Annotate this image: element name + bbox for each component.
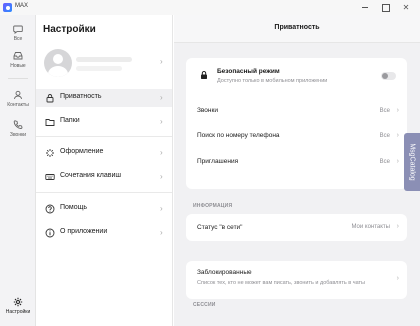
menu-label-folders: Папки xyxy=(60,117,80,124)
inbox-icon xyxy=(13,52,23,60)
rail-label-settings: Настройки xyxy=(5,309,31,315)
rail-item-contacts[interactable]: Контакты xyxy=(0,90,36,108)
minimize-button[interactable] xyxy=(359,2,371,13)
menu-divider xyxy=(36,136,172,137)
avatar xyxy=(44,49,72,77)
gear-icon xyxy=(13,297,23,307)
blocked-label: Заблокированные xyxy=(197,269,252,276)
rail-item-calls[interactable]: Звонки xyxy=(0,120,36,138)
menu-item-privacy[interactable]: Приватность › xyxy=(36,89,172,107)
calls-label: Звонки xyxy=(197,107,218,114)
rail-label-calls: Звонки xyxy=(9,132,27,138)
rail-label-all: Все xyxy=(13,36,23,42)
chevron-right-icon: › xyxy=(160,57,163,66)
phone-icon xyxy=(13,120,23,129)
chevron-right-icon: › xyxy=(396,107,399,114)
invitations-label: Приглашения xyxy=(197,158,239,165)
rail-label-contacts: Контакты xyxy=(7,102,29,108)
blocked-card[interactable]: Заблокированные Список тех, кто не может… xyxy=(186,261,407,299)
safe-mode-row[interactable]: Безопасный режим Доступно только в мобил… xyxy=(186,58,407,94)
safe-mode-label: Безопасный режим xyxy=(217,68,280,75)
safe-mode-subtitle: Доступно только в мобильном приложении xyxy=(217,78,328,84)
lock-icon xyxy=(201,71,207,79)
online-status-label: Статус "в сети" xyxy=(197,224,243,231)
rail-item-new[interactable]: Новые xyxy=(0,51,36,69)
menu-item-help[interactable]: Помощь › xyxy=(36,200,172,218)
rail-label-new: Новые xyxy=(10,63,26,69)
profile-name-placeholder xyxy=(76,57,132,62)
phone-search-row[interactable]: Поиск по номеру телефона Все › xyxy=(186,124,407,149)
invitations-value: Все xyxy=(379,159,390,165)
title-bar: MAX ✕ xyxy=(0,0,420,15)
chevron-right-icon: › xyxy=(160,93,163,102)
close-button[interactable]: ✕ xyxy=(400,2,412,13)
app-logo-icon xyxy=(3,3,12,12)
maximize-button[interactable] xyxy=(379,2,391,13)
chevron-right-icon: › xyxy=(160,204,163,213)
contacts-icon xyxy=(14,90,22,100)
online-status-value: Мои контакты xyxy=(351,224,390,230)
settings-title: Настройки xyxy=(43,24,96,35)
section-header-info: ИНФОРМАЦИЯ xyxy=(193,203,233,209)
settings-panel: Настройки › Приватность › Папки › Оформл… xyxy=(36,15,173,326)
chevron-right-icon: › xyxy=(396,132,399,139)
blocked-subtitle: Список тех, кто не может вам писать, зво… xyxy=(197,280,365,286)
chevron-right-icon: › xyxy=(396,158,399,165)
section-header-sessions: СЕССИИ xyxy=(193,302,216,308)
menu-label-help: Помощь xyxy=(60,204,88,211)
menu-item-appearance[interactable]: Оформление › xyxy=(36,144,172,162)
chevron-right-icon: › xyxy=(160,172,163,181)
menu-item-shortcuts[interactable]: Сочетания клавиш › xyxy=(36,168,172,186)
rail-item-all[interactable]: Все xyxy=(0,24,36,42)
chevron-right-icon: › xyxy=(396,223,399,230)
keyboard-icon xyxy=(45,174,55,180)
privacy-content: Приватность Безопасный режим Доступно то… xyxy=(174,15,420,326)
menu-divider xyxy=(36,192,172,193)
content-header: Приватность xyxy=(174,15,420,43)
chevron-right-icon: › xyxy=(160,148,163,157)
menu-label-about: О приложении xyxy=(60,228,108,235)
phone-search-value: Все xyxy=(379,133,390,139)
palette-icon xyxy=(46,149,54,157)
safe-mode-toggle[interactable] xyxy=(381,72,396,80)
menu-label-appearance: Оформление xyxy=(60,148,104,155)
calls-row[interactable]: Звонки Все › xyxy=(186,99,407,124)
folder-icon xyxy=(45,119,55,126)
side-tab-label: MsgCatalog xyxy=(408,143,416,181)
phone-search-label: Поиск по номеру телефона xyxy=(197,132,280,139)
invitations-row[interactable]: Приглашения Все › xyxy=(186,150,407,175)
page-title: Приватность xyxy=(274,24,320,31)
help-icon xyxy=(45,204,55,214)
chat-icon xyxy=(13,25,23,34)
calls-value: Все xyxy=(379,108,390,114)
msgcatalog-side-tab[interactable]: MsgCatalog xyxy=(404,133,420,191)
nav-rail: Все Новые Контакты Звонки Настройки xyxy=(0,15,36,326)
chevron-right-icon: › xyxy=(396,275,399,282)
menu-item-folders[interactable]: Папки › xyxy=(36,113,172,131)
menu-label-shortcuts: Сочетания клавиш xyxy=(60,172,121,179)
window-title: MAX xyxy=(15,3,29,9)
rail-divider xyxy=(8,78,28,79)
online-status-card[interactable]: Статус "в сети" Мои контакты › xyxy=(186,214,407,241)
menu-item-about[interactable]: О приложении › xyxy=(36,224,172,242)
lock-icon xyxy=(46,94,54,103)
menu-label-privacy: Приватность xyxy=(60,93,102,100)
profile-detail-placeholder xyxy=(76,66,122,71)
chevron-right-icon: › xyxy=(160,228,163,237)
rail-item-settings[interactable]: Настройки xyxy=(0,297,36,315)
info-icon xyxy=(45,228,55,238)
privacy-card: Безопасный режим Доступно только в мобил… xyxy=(186,58,407,189)
chevron-right-icon: › xyxy=(160,117,163,126)
